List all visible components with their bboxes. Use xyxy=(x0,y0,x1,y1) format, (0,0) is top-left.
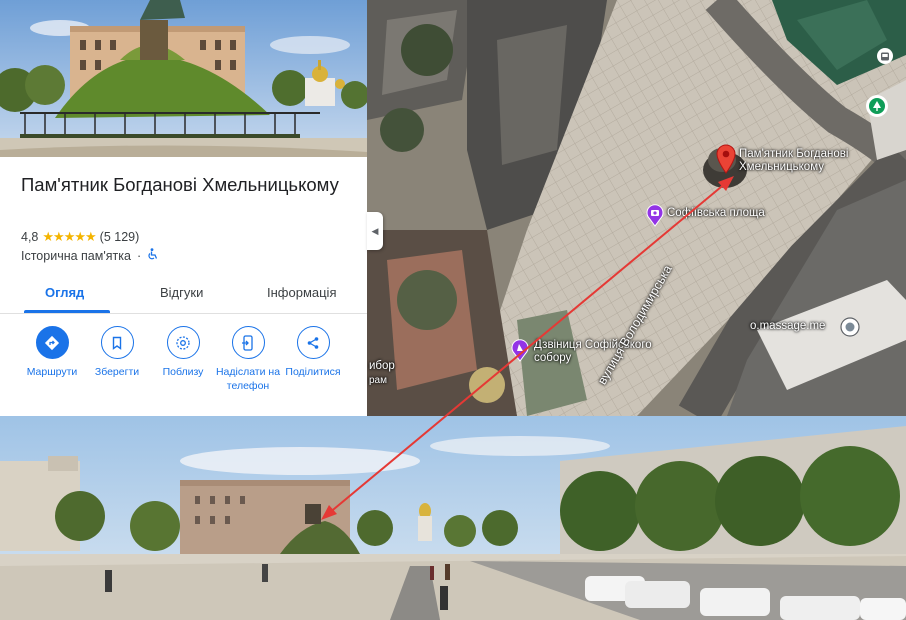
save-label: Зберегти xyxy=(94,366,140,378)
collapse-panel-button[interactable]: ◀ xyxy=(367,212,383,250)
monument-pin-icon[interactable] xyxy=(715,144,737,179)
send-to-phone-icon xyxy=(231,326,265,359)
nearby-icon xyxy=(166,326,200,359)
share-label: Поділитися xyxy=(285,366,341,378)
share-button[interactable]: Поділитися xyxy=(277,326,349,379)
send-to-phone-label: Надіслати на телефон xyxy=(215,366,281,392)
rating-value: 4,8 xyxy=(21,230,39,244)
directions-icon xyxy=(35,326,69,359)
park-icon[interactable] xyxy=(868,97,886,115)
street-photo xyxy=(0,416,906,620)
square-map-label[interactable]: Софіївська площа xyxy=(667,207,765,220)
send-to-phone-button[interactable]: Надіслати на телефон xyxy=(212,326,284,393)
share-icon xyxy=(296,326,330,359)
transit-icon[interactable] xyxy=(879,50,891,62)
wheelchair-icon[interactable] xyxy=(147,248,158,263)
rating-stars: ★★★★★ xyxy=(42,229,96,244)
hero-photo[interactable] xyxy=(0,0,367,157)
review-count-link[interactable]: (5 129) xyxy=(100,230,140,244)
category-row: Історична пам'ятка · xyxy=(21,248,158,263)
place-tabs: Огляд Відгуки Інформація xyxy=(0,278,367,314)
save-button[interactable]: Зберегти xyxy=(81,326,153,379)
nearby-label: Поблизу xyxy=(162,366,204,378)
chevron-left-icon: ◀ xyxy=(371,225,379,236)
square-poi-icon[interactable] xyxy=(645,203,665,232)
cathedral-partial-label-2: рам xyxy=(369,375,387,386)
place-category: Історична пам'ятка xyxy=(21,248,131,263)
active-tab-indicator xyxy=(24,310,110,313)
bell-tower-map-label[interactable]: Дзвіниця Софійського собору xyxy=(534,339,674,365)
rating-row: 4,8 ★★★★★ (5 129) xyxy=(21,229,139,245)
bookmark-icon xyxy=(100,326,134,359)
massage-poi-icon[interactable] xyxy=(840,317,860,342)
place-title: Пам'ятник Богданові Хмельницькому xyxy=(21,174,339,195)
nearby-button[interactable]: Поблизу xyxy=(147,326,219,379)
massage-poi-label[interactable]: o.massage.me xyxy=(750,320,825,333)
cathedral-partial-label: ибор xyxy=(369,360,395,372)
tab-info[interactable]: Інформація xyxy=(267,285,337,300)
directions-button[interactable]: Маршрути xyxy=(16,326,88,379)
tab-overview[interactable]: Огляд xyxy=(45,285,84,300)
monument-map-label[interactable]: Пам'ятник Богданові Хмельницькому xyxy=(739,148,879,174)
place-panel: Пам'ятник Богданові Хмельницькому 4,8 ★★… xyxy=(0,0,367,414)
bell-tower-poi-icon[interactable] xyxy=(510,338,530,367)
satellite-map[interactable]: Пам'ятник Богданові Хмельницькому Софіїв… xyxy=(367,0,906,416)
directions-label: Маршрути xyxy=(26,366,78,378)
tab-reviews[interactable]: Відгуки xyxy=(160,285,203,300)
